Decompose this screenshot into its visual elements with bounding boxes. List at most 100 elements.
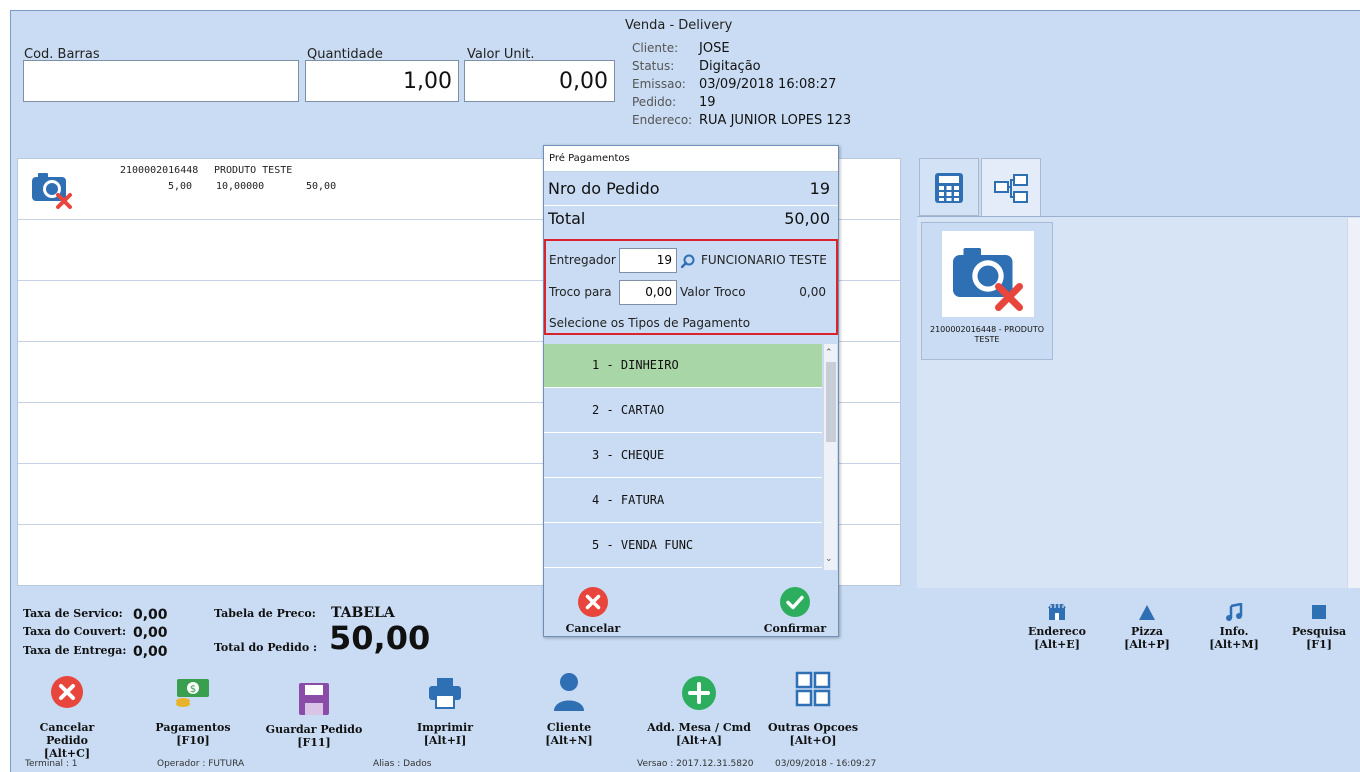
store-icon: [1047, 603, 1067, 621]
troco-label: Troco para: [549, 285, 612, 299]
search-icon[interactable]: [680, 253, 695, 272]
tabela-preco-label: Tabela de Preco:: [214, 607, 316, 620]
pizza-button[interactable]: Pizza [Alt+P]: [1107, 603, 1187, 651]
pedido-label: Pedido:: [632, 95, 677, 109]
main-window: Venda - Delivery Cod. Barras Quantidade …: [10, 10, 1360, 772]
payment-list-scrollbar[interactable]: ⌃ ⌄: [823, 344, 837, 570]
cancel-order-button[interactable]: Cancelar Pedido [Alt+C]: [17, 675, 117, 760]
pesquisa-button[interactable]: Pesquisa [F1]: [1279, 603, 1359, 651]
endereco-button[interactable]: Endereco [Alt+E]: [1017, 603, 1097, 651]
save-order-key: [F11]: [297, 736, 331, 749]
product-panel-area: 2100002016448 - PRODUTO TESTE: [917, 158, 1360, 588]
troco-value: 0,00: [645, 285, 672, 299]
tab-category-tree[interactable]: [981, 158, 1041, 218]
pesquisa-key: [F1]: [1306, 638, 1332, 651]
printer-icon: [427, 675, 463, 711]
add-table-key: [Alt+A]: [676, 734, 722, 747]
order-info: Cliente: JOSE Status: Digitação Emissao: 03…: [632, 37, 892, 128]
pedido-value: 19: [699, 95, 716, 110]
info-label: Info.: [1219, 625, 1249, 638]
dialog-confirm-button[interactable]: Confirmar: [758, 586, 832, 635]
client-key: [Alt+N]: [545, 734, 593, 747]
info-button[interactable]: Info. [Alt+M]: [1194, 602, 1274, 651]
add-icon: [681, 675, 717, 711]
status-alias: Alias : Dados: [373, 759, 432, 769]
taxa-servico-label: Taxa de Servico:: [23, 607, 123, 620]
status-label: Status:: [632, 59, 675, 73]
status-value: Digitação: [699, 59, 761, 74]
quantity-value: 1,00: [403, 69, 452, 94]
payment-type-list[interactable]: 1 - DINHEIRO 2 - CARTAO 3 - CHEQUE 4 - F…: [544, 344, 838, 570]
endereco-key: [Alt+E]: [1034, 638, 1080, 651]
item-total: 50,00: [306, 181, 337, 192]
grid-options-icon: [795, 671, 831, 707]
scroll-up-icon[interactable]: ⌃: [825, 348, 833, 358]
entregador-label: Entregador: [549, 253, 616, 267]
select-payment-label: Selecione os Tipos de Pagamento: [549, 316, 751, 330]
floppy-disk-icon: [297, 681, 331, 717]
cancel-order-label: Cancelar Pedido: [39, 721, 95, 747]
pre-payments-dialog: Pré Pagamentos Nro do Pedido 19 Total 50…: [543, 145, 839, 637]
dialog-title: Pré Pagamentos: [544, 146, 838, 172]
pizza-icon: [1137, 603, 1157, 621]
payment-option-cheque[interactable]: 3 - CHEQUE: [544, 434, 822, 478]
other-options-key: [Alt+O]: [789, 734, 837, 747]
svg-text:$: $: [190, 684, 196, 695]
client-button[interactable]: Cliente [Alt+N]: [519, 671, 619, 747]
pesquisa-label: Pesquisa: [1291, 625, 1347, 638]
search-square-icon: [1309, 603, 1329, 621]
item-unit: 10,00000: [216, 181, 265, 192]
cliente-label: Cliente:: [632, 41, 679, 55]
divider: [544, 205, 838, 206]
barcode-input[interactable]: [23, 60, 299, 102]
money-icon: $: [173, 675, 213, 709]
emissao-label: Emissao:: [632, 77, 686, 91]
payment-option-dinheiro[interactable]: 1 - DINHEIRO: [544, 344, 822, 388]
item-description: PRODUTO TESTE: [214, 165, 293, 176]
delivery-section: Entregador 19 FUNCIONARIO TESTE Troco pa…: [544, 239, 838, 335]
taxa-couvert-value: 0,00: [133, 625, 168, 641]
item-qty: 5,00: [168, 181, 193, 192]
product-card[interactable]: 2100002016448 - PRODUTO TESTE: [921, 222, 1053, 360]
entregador-name: FUNCIONARIO TESTE: [701, 253, 827, 267]
emissao-value: 03/09/2018 16:08:27: [699, 77, 837, 92]
taxa-entrega-value: 0,00: [133, 644, 168, 660]
add-table-label: Add. Mesa / Cmd: [647, 721, 751, 734]
payments-button[interactable]: $ Pagamentos [F10]: [143, 675, 243, 747]
entregador-input[interactable]: 19: [619, 248, 677, 273]
user-icon: [552, 671, 586, 711]
quantity-input[interactable]: 1,00: [305, 60, 459, 102]
dialog-cancel-button[interactable]: Cancelar: [558, 586, 628, 635]
payment-option-cartao[interactable]: 2 - CARTAO: [544, 389, 822, 433]
troco-input[interactable]: 0,00: [619, 280, 677, 305]
other-options-button[interactable]: Outras Opcoes [Alt+O]: [763, 671, 863, 747]
taxa-servico-value: 0,00: [133, 607, 168, 623]
save-order-button[interactable]: Guardar Pedido [F11]: [259, 681, 369, 749]
print-button[interactable]: Imprimir [Alt+I]: [395, 675, 495, 747]
cliente-value: JOSE: [699, 41, 730, 56]
tab-calculator[interactable]: [919, 158, 979, 216]
valor-troco-label: Valor Troco: [680, 285, 746, 299]
music-note-icon: [1224, 602, 1244, 621]
payment-option-fatura[interactable]: 4 - FATURA: [544, 479, 822, 523]
add-table-button[interactable]: Add. Mesa / Cmd [Alt+A]: [639, 675, 759, 747]
unit-value-input[interactable]: 0,00: [464, 60, 615, 102]
product-list: 2100002016448 - PRODUTO TESTE: [917, 216, 1360, 588]
dialog-confirm-label: Confirmar: [763, 622, 827, 635]
scroll-thumb[interactable]: [826, 362, 836, 442]
endereco-label: Endereco:: [632, 113, 693, 127]
payment-option-venda-func[interactable]: 5 - VENDA FUNC: [544, 524, 822, 568]
save-order-label: Guardar Pedido: [265, 723, 363, 736]
product-scrollbar[interactable]: [1347, 218, 1360, 588]
scroll-down-icon[interactable]: ⌄: [825, 554, 833, 564]
other-options-label: Outras Opcoes: [767, 721, 859, 734]
status-operator: Operador : FUTURA: [157, 759, 245, 769]
product-card-label: 2100002016448 - PRODUTO TESTE: [929, 325, 1045, 344]
no-image-camera-icon: [30, 169, 74, 213]
info-key: [Alt+M]: [1209, 638, 1259, 651]
taxa-entrega-label: Taxa de Entrega:: [23, 644, 127, 657]
cancel-icon: [50, 675, 84, 709]
total-label: Total: [548, 209, 586, 228]
item-code: 2100002016448: [120, 165, 199, 176]
unit-value: 0,00: [559, 69, 608, 94]
